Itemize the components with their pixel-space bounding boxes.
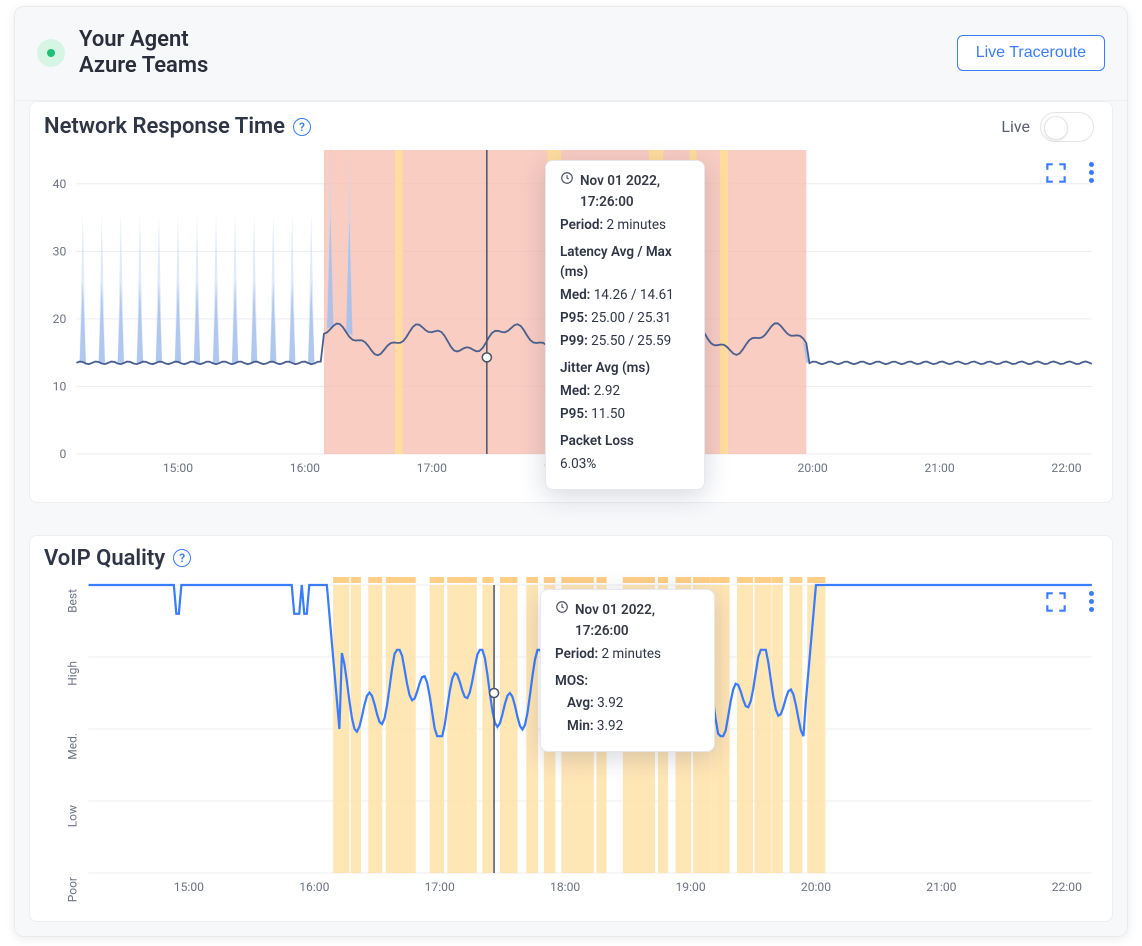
- network-tooltip: Nov 01 2022, 17:26:00 Period: 2 minutes …: [545, 160, 705, 490]
- svg-text:21:00: 21:00: [926, 880, 956, 894]
- page-header: Your Agent Azure Teams Live Traceroute: [15, 7, 1127, 101]
- svg-text:30: 30: [53, 244, 67, 258]
- voip-tooltip: Nov 01 2022, 17:26:00 Period: 2 minutes …: [540, 589, 715, 753]
- svg-text:High: High: [65, 661, 79, 686]
- svg-text:16:00: 16:00: [290, 461, 320, 475]
- status-indicator: [37, 39, 65, 67]
- svg-text:15:00: 15:00: [174, 880, 204, 894]
- help-icon[interactable]: ?: [293, 118, 311, 136]
- svg-text:40: 40: [53, 177, 67, 191]
- live-traceroute-button[interactable]: Live Traceroute: [957, 35, 1105, 71]
- live-toggle[interactable]: [1040, 112, 1094, 142]
- svg-text:0: 0: [59, 447, 66, 461]
- svg-text:19:00: 19:00: [675, 880, 705, 894]
- svg-text:10: 10: [53, 379, 67, 393]
- svg-text:17:00: 17:00: [417, 461, 447, 475]
- svg-text:20:00: 20:00: [801, 880, 831, 894]
- voip-quality-card: VoIP Quality ? Poor Low Med. High Best 15:00 1…: [29, 535, 1113, 922]
- svg-text:15:00: 15:00: [163, 461, 193, 475]
- svg-text:17:00: 17:00: [425, 880, 455, 894]
- help-icon[interactable]: ?: [173, 549, 191, 567]
- svg-text:18:00: 18:00: [550, 880, 580, 894]
- svg-text:Best: Best: [65, 589, 79, 613]
- expand-icon[interactable]: [1043, 589, 1069, 615]
- svg-text:21:00: 21:00: [924, 461, 954, 475]
- live-label: Live: [1001, 117, 1030, 136]
- svg-text:16:00: 16:00: [299, 880, 329, 894]
- svg-text:22:00: 22:00: [1051, 461, 1081, 475]
- network-response-time-title: Network Response Time: [44, 114, 285, 139]
- svg-text:20: 20: [53, 312, 67, 326]
- expand-icon[interactable]: [1043, 160, 1069, 186]
- svg-text:Med.: Med.: [65, 733, 79, 760]
- page-title: Your Agent Azure Teams: [79, 27, 208, 80]
- network-response-time-card: Network Response Time ? Live 0 10 20 30 40 15…: [29, 101, 1113, 503]
- svg-text:Low: Low: [65, 805, 79, 827]
- more-options-icon[interactable]: [1089, 162, 1094, 183]
- svg-text:Poor: Poor: [65, 877, 79, 902]
- more-options-icon[interactable]: [1089, 591, 1094, 612]
- network-response-time-chart[interactable]: 01020304015:0016:0017:0018:0019:0020:002…: [40, 142, 1102, 492]
- voip-quality-chart[interactable]: Poor Low Med. High Best 15:00 16:00 17:00 18:00 1…: [40, 571, 1102, 911]
- svg-text:20:00: 20:00: [798, 461, 828, 475]
- svg-text:22:00: 22:00: [1052, 880, 1082, 894]
- voip-quality-title: VoIP Quality: [44, 546, 165, 571]
